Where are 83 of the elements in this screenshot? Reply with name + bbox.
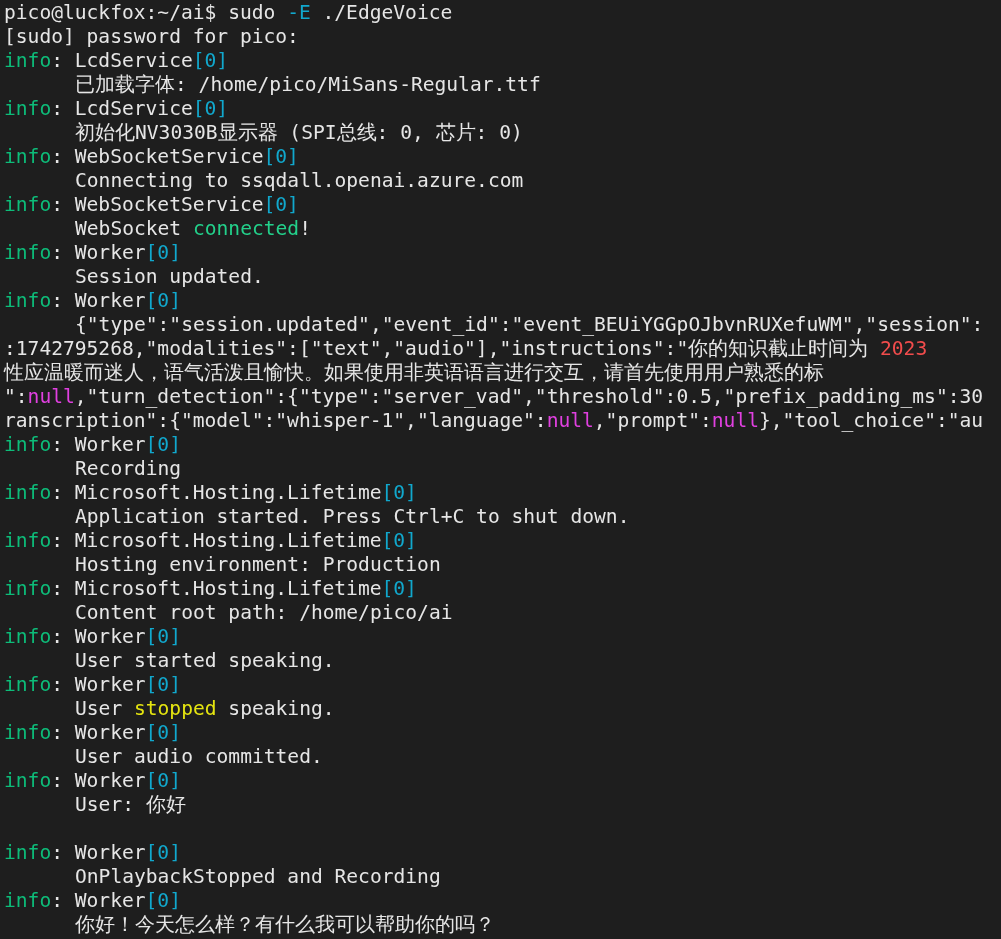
terminal-text: [0] — [192, 97, 229, 120]
terminal-text: [0] — [145, 241, 181, 264]
terminal-text: 已加载字体: /home/pico/MiSans-Regular.ttf — [75, 73, 541, 96]
terminal-text: : Worker — [51, 289, 146, 312]
terminal-text: : Worker — [51, 721, 146, 744]
terminal-text: [0] — [145, 673, 181, 696]
terminal-text: [0] — [381, 529, 417, 552]
terminal-text: -E — [287, 1, 311, 24]
terminal-text: info — [4, 673, 52, 696]
terminal-text: ./EdgeVoice — [321, 1, 453, 24]
terminal-text: : Worker — [51, 433, 146, 456]
terminal-text: User started speaking. — [75, 649, 335, 672]
terminal-text: [0] — [145, 841, 181, 864]
terminal-text: null — [711, 409, 759, 432]
terminal-text: info — [4, 841, 52, 864]
terminal-text: info — [4, 889, 52, 912]
terminal-text: null — [546, 409, 594, 432]
terminal-text: : Microsoft.Hosting.Lifetime — [51, 481, 382, 504]
terminal-text: info — [4, 625, 52, 648]
terminal-text: 你好！今天怎么样？有什么我可以帮助你的吗？ — [75, 913, 495, 936]
terminal-text: info — [4, 97, 52, 120]
terminal-text: Connecting to ssqdall.openai.azure.com — [75, 169, 524, 192]
terminal-text: info — [4, 49, 52, 72]
terminal-text: info — [4, 289, 52, 312]
terminal-text: OnPlaybackStopped and Recording — [75, 865, 441, 888]
terminal-text: : LcdService — [51, 97, 193, 120]
terminal-text: 性应温暖而迷人，语气活泼且愉快。如果使用非英语语言进行交互，请首先使用用户熟悉的标 — [4, 361, 824, 384]
terminal-text: [0] — [145, 433, 181, 456]
terminal-text: : Worker — [51, 889, 146, 912]
terminal-text: speaking. — [227, 697, 335, 720]
terminal-text: [sudo] password for pico: — [4, 25, 299, 48]
terminal-text: ,"turn_detection":{"type":"server_vad","threshold":0.5,"prefix_padding_ms":30 — [74, 385, 984, 408]
terminal-text: [0] — [263, 145, 299, 168]
terminal-text: : Worker — [51, 769, 146, 792]
terminal-text: [0] — [145, 889, 181, 912]
terminal-text: : Worker — [51, 625, 146, 648]
terminal-text: : Microsoft.Hosting.Lifetime — [51, 577, 382, 600]
terminal-text: info — [4, 433, 52, 456]
terminal-text: User — [75, 697, 124, 720]
terminal-text: pico@luckfox:~/ai$ sudo — [4, 1, 277, 24]
terminal-text: null — [27, 385, 75, 408]
terminal-text: ! — [299, 217, 311, 240]
terminal-text: : WebSocketService — [51, 193, 264, 216]
terminal-text: : Worker — [51, 841, 146, 864]
terminal-text: stopped — [134, 697, 217, 720]
terminal-text: ": — [4, 385, 28, 408]
terminal-text: {"type":"session.updated","event_id":"event_BEUiYGGpOJbvnRUXefuWM","session": — [75, 313, 984, 336]
terminal-text: info — [4, 577, 52, 600]
terminal-text: [0] — [145, 625, 181, 648]
terminal-text: },"tool_choice":"au — [759, 409, 984, 432]
terminal-text: Recording — [75, 457, 182, 480]
terminal-text: User: 你好 — [75, 793, 186, 816]
terminal-text: : LcdService — [51, 49, 193, 72]
terminal-text: 2023 — [880, 337, 928, 360]
terminal-text: Session updated. — [75, 265, 264, 288]
terminal-text: [0] — [145, 289, 181, 312]
terminal-text: [0] — [381, 481, 417, 504]
terminal-text: info — [4, 769, 52, 792]
terminal-text: info — [4, 481, 52, 504]
terminal-text: User audio committed. — [75, 745, 323, 768]
terminal-text: [0] — [192, 49, 229, 72]
terminal-text: : Worker — [51, 241, 146, 264]
terminal-text: Content root path: /home/pico/ai — [75, 601, 453, 624]
terminal-text: [0] — [381, 577, 417, 600]
terminal-text: : Worker — [51, 673, 146, 696]
terminal-text: : WebSocketService — [51, 145, 264, 168]
terminal-text: : Microsoft.Hosting.Lifetime — [51, 529, 382, 552]
terminal-text: Hosting environment: Production — [75, 553, 441, 576]
terminal-text: WebSocket — [75, 217, 183, 240]
terminal-text: connected — [192, 217, 300, 240]
terminal-text: ,"prompt": — [593, 409, 712, 432]
terminal-text: Application started. Press Ctrl+C to shut down. — [75, 505, 630, 528]
terminal-text: info — [4, 193, 52, 216]
terminal-text: info — [4, 145, 52, 168]
terminal-text: :1742795268,"modalities":["text","audio"],"instructions":"你的知识截止时间为 — [4, 337, 870, 360]
terminal-text: [0] — [145, 769, 181, 792]
terminal-text: info — [4, 721, 52, 744]
terminal-text: 初始化NV3030B显示器 (SPI总线: 0, 芯片: 0) — [75, 121, 523, 144]
terminal-text: ranscription":{"model":"whisper-1","language": — [4, 409, 547, 432]
terminal-text: [0] — [145, 721, 181, 744]
terminal-text: info — [4, 529, 52, 552]
terminal-text: [0] — [263, 193, 299, 216]
terminal-text: info — [4, 241, 52, 264]
